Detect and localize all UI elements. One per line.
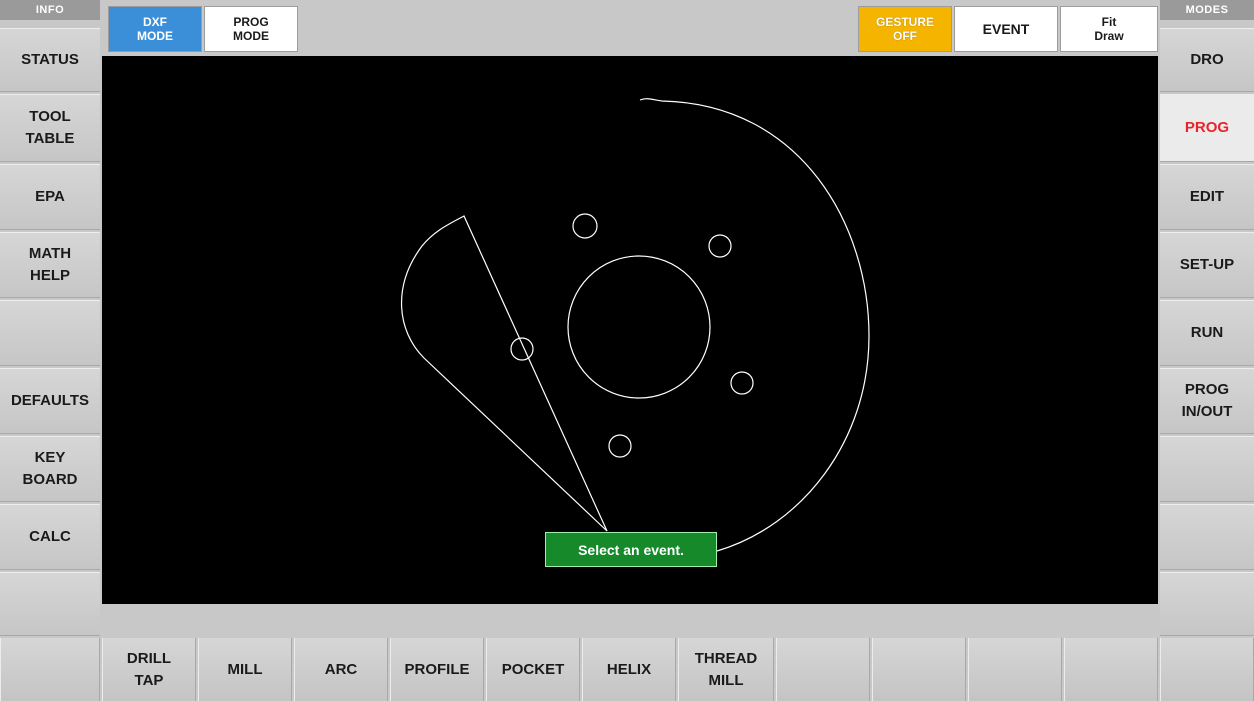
bottom-blank-button-2[interactable] xyxy=(872,638,966,701)
thread-mill-button[interactable]: THREAD MILL xyxy=(678,638,774,701)
bolt-hole-upper-right xyxy=(708,234,732,258)
bolt-hole-bottom xyxy=(608,434,632,458)
keyboard-button-label: KEY BOARD xyxy=(22,449,78,488)
dro-button-label: DRO xyxy=(1190,51,1224,68)
bottom-blank-button-4[interactable] xyxy=(1064,638,1158,701)
gesture-off-button[interactable]: GESTURE OFF xyxy=(858,6,952,52)
right-blank-button-3[interactable] xyxy=(1160,572,1254,636)
calc-button-label: CALC xyxy=(29,528,71,545)
arc-button[interactable]: ARC xyxy=(294,638,388,701)
tool-table-button[interactable]: TOOL TABLE xyxy=(0,94,100,162)
modes-header: MODES xyxy=(1160,0,1254,20)
epa-button[interactable]: EPA xyxy=(0,164,100,230)
drill-tap-button[interactable]: DRILL TAP xyxy=(102,638,196,701)
right-blank-button-2[interactable] xyxy=(1160,504,1254,570)
math-help-button-label: MATH HELP xyxy=(28,245,72,284)
run-button[interactable]: RUN xyxy=(1160,300,1254,366)
keyboard-button[interactable]: KEY BOARD xyxy=(0,436,100,502)
run-button-label: RUN xyxy=(1190,324,1224,341)
bolt-hole-left xyxy=(510,337,534,361)
defaults-button-label: DEFAULTS xyxy=(10,392,90,409)
set-up-button[interactable]: SET-UP xyxy=(1160,232,1254,298)
epa-button-label: EPA xyxy=(35,188,65,205)
fit-draw-button[interactable]: Fit Draw xyxy=(1060,6,1158,52)
dro-button[interactable]: DRO xyxy=(1160,28,1254,92)
bolt-hole-top xyxy=(572,213,598,239)
defaults-button[interactable]: DEFAULTS xyxy=(0,368,100,434)
bottom-blank-button-left[interactable] xyxy=(0,638,100,701)
left-blank-button-1[interactable] xyxy=(0,300,100,366)
status-button[interactable]: STATUS xyxy=(0,28,100,92)
prog-mode-button-label: PROG xyxy=(1184,119,1230,136)
mill-button[interactable]: MILL xyxy=(198,638,292,701)
left-blank-button-2[interactable] xyxy=(0,572,100,636)
edit-button[interactable]: EDIT xyxy=(1160,164,1254,230)
math-help-button[interactable]: MATH HELP xyxy=(0,232,100,298)
center-bore xyxy=(567,255,711,399)
calc-button[interactable]: CALC xyxy=(0,504,100,570)
edit-button-label: EDIT xyxy=(1189,188,1225,205)
status-message: Select an event. xyxy=(545,532,717,567)
prog-in-out-button[interactable]: PROG IN/OUT xyxy=(1160,368,1254,434)
pocket-button[interactable]: POCKET xyxy=(486,638,580,701)
helix-button[interactable]: HELIX xyxy=(582,638,676,701)
profile-button[interactable]: PROFILE xyxy=(390,638,484,701)
info-header: INFO xyxy=(0,0,100,20)
right-blank-button-1[interactable] xyxy=(1160,436,1254,502)
part-outline xyxy=(401,98,870,552)
bottom-blank-button-1[interactable] xyxy=(776,638,870,701)
set-up-button-label: SET-UP xyxy=(1179,256,1235,273)
dxf-part-drawing xyxy=(401,98,870,552)
dxf-mode-button[interactable]: DXF MODE xyxy=(108,6,202,52)
prog-mode-button[interactable]: PROG xyxy=(1160,94,1254,162)
status-button-label: STATUS xyxy=(21,51,79,68)
bottom-blank-button-right[interactable] xyxy=(1160,638,1254,701)
dxf-drawing-canvas[interactable]: Select an event. xyxy=(102,56,1158,604)
prog-mode-tab-button[interactable]: PROG MODE xyxy=(204,6,298,52)
prog-in-out-button-label: PROG IN/OUT xyxy=(1181,381,1233,420)
bottom-blank-button-3[interactable] xyxy=(968,638,1062,701)
bolt-hole-right xyxy=(730,371,754,395)
event-button[interactable]: EVENT xyxy=(954,6,1058,52)
tool-table-button-label: TOOL TABLE xyxy=(25,108,75,147)
